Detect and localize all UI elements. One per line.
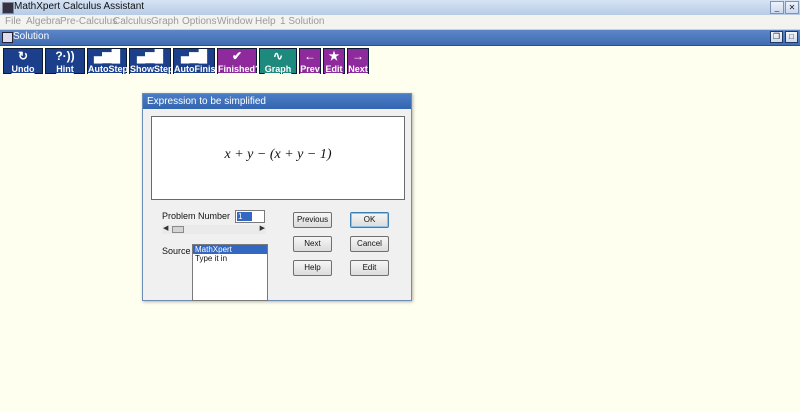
prev-button[interactable]: ← Prev xyxy=(299,48,321,74)
prev-arrow-icon: ← xyxy=(304,49,316,63)
restore-icon[interactable]: ❐ xyxy=(770,31,783,43)
autofinish-button[interactable]: ▄▆█ AutoFinish xyxy=(173,48,221,74)
autostep-icon: ▄▆█ xyxy=(93,49,121,63)
showstep-icon: ▄▆█ xyxy=(136,49,164,63)
edit-button[interactable]: Edit xyxy=(350,260,389,276)
menu-graph[interactable]: Graph xyxy=(151,16,179,27)
hint-button[interactable]: ?·)) Hint xyxy=(45,48,85,74)
graph-label: Graph xyxy=(264,64,292,74)
undo-label: Undo xyxy=(11,64,35,74)
source-option-type-it-in[interactable]: Type it in xyxy=(193,254,267,263)
close-icon[interactable]: ✕ xyxy=(785,1,799,14)
autofinish-icon: ▄▆█ xyxy=(180,49,208,63)
help-button[interactable]: Help xyxy=(293,260,332,276)
source-option-mathxpert[interactable]: MathXpert xyxy=(193,245,267,254)
scroll-right-icon[interactable]: ▶ xyxy=(260,224,265,232)
finished-check-icon: ✔ xyxy=(231,49,243,63)
solution-window-icon xyxy=(2,32,13,43)
finished-label: Finished? xyxy=(218,64,261,74)
edit-toolbar-button[interactable]: ★ Edit xyxy=(323,48,345,74)
menu-calculus[interactable]: Calculus xyxy=(113,16,151,27)
toolbar: ↻ Undo ?·)) Hint ▄▆█ AutoStep ▄▆█ ShowSt… xyxy=(0,46,800,76)
hint-icon: ?·)) xyxy=(55,49,75,63)
prev-label: Prev xyxy=(300,64,320,74)
expression-preview: x + y − (x + y − 1) xyxy=(151,116,405,200)
maximize-icon[interactable]: □ xyxy=(785,31,798,43)
solution-title: Solution xyxy=(13,31,50,42)
hint-label: Hint xyxy=(56,64,74,74)
dialog-title: Expression to be simplified xyxy=(147,96,266,107)
scroll-left-icon[interactable]: ◀ xyxy=(163,224,168,232)
solution-titlebar: Solution ❐ □ xyxy=(0,30,800,46)
scroll-thumb[interactable] xyxy=(172,226,184,233)
graph-icon: ∿ xyxy=(272,49,284,63)
next-toolbar-button[interactable]: → Next xyxy=(347,48,369,74)
undo-icon: ↻ xyxy=(17,49,29,63)
menu-file[interactable]: File xyxy=(5,16,21,27)
cancel-button[interactable]: Cancel xyxy=(350,236,389,252)
problem-number-label: Problem Number xyxy=(162,211,231,221)
finished-button[interactable]: ✔ Finished? xyxy=(217,48,261,74)
app-icon xyxy=(2,2,14,14)
previous-button[interactable]: Previous xyxy=(293,212,332,228)
menu-pre-calculus[interactable]: Pre-Calculus xyxy=(60,16,117,27)
undo-button[interactable]: ↻ Undo xyxy=(3,48,43,74)
edit-label: Edit xyxy=(325,64,343,74)
source-label: Source xyxy=(162,246,191,256)
showstep-button[interactable]: ▄▆█ ShowStep xyxy=(129,48,174,74)
menu-solution[interactable]: 1 Solution xyxy=(280,16,324,27)
problem-number-value: 1 xyxy=(237,212,252,221)
menu-window[interactable]: Window xyxy=(217,16,253,27)
showstep-label: ShowStep xyxy=(130,64,174,74)
edit-star-icon: ★ xyxy=(328,49,340,63)
menu-algebra[interactable]: Algebra xyxy=(26,16,60,27)
menu-help[interactable]: Help xyxy=(255,16,276,27)
graph-button[interactable]: ∿ Graph xyxy=(259,48,297,74)
expression-text: x + y − (x + y − 1) xyxy=(224,147,332,162)
source-list[interactable]: MathXpert Type it in xyxy=(192,244,268,301)
problem-scrollbar[interactable]: ◀ ▶ xyxy=(162,225,266,234)
minimize-icon[interactable]: _ xyxy=(770,1,784,14)
dialog-titlebar: Expression to be simplified xyxy=(143,94,411,109)
expression-dialog: Expression to be simplified x + y − (x +… xyxy=(142,93,412,301)
app-title: MathXpert Calculus Assistant xyxy=(14,1,145,12)
next-label: Next xyxy=(348,64,368,74)
ok-button[interactable]: OK xyxy=(350,212,389,228)
app-titlebar: MathXpert Calculus Assistant _ ✕ xyxy=(0,0,800,16)
autostep-button[interactable]: ▄▆█ AutoStep xyxy=(87,48,128,74)
menu-options[interactable]: Options xyxy=(182,16,216,27)
next-button[interactable]: Next xyxy=(293,236,332,252)
problem-number-field[interactable]: 1 xyxy=(235,210,265,223)
menu-bar: File Algebra Pre-Calculus Calculus Graph… xyxy=(0,15,800,30)
next-arrow-icon: → xyxy=(352,49,364,63)
autostep-label: AutoStep xyxy=(88,64,128,74)
autofinish-label: AutoFinish xyxy=(174,64,221,74)
